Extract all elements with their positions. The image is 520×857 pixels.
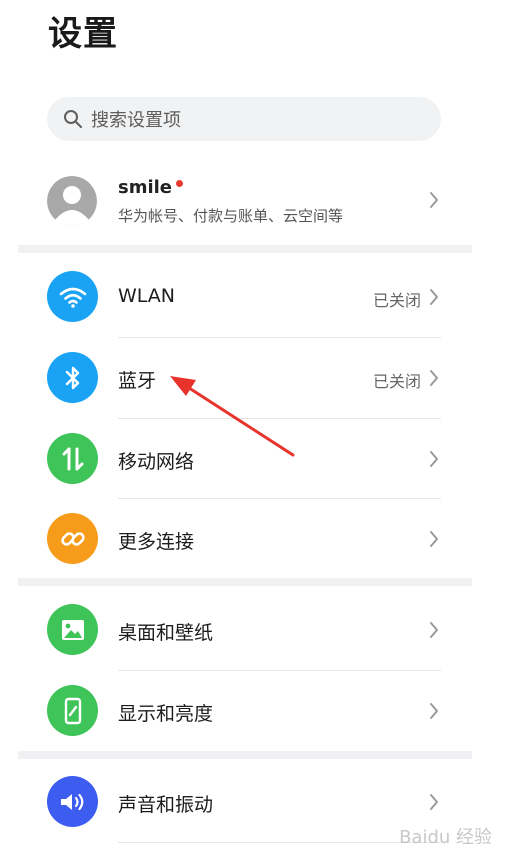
section-divider <box>18 751 472 759</box>
wifi-icon <box>47 271 98 322</box>
settings-item-label: 蓝牙 <box>118 370 157 392</box>
settings-item-mobile-network[interactable]: 移动网络 <box>47 419 441 499</box>
settings-item-wlan[interactable]: WLAN 已关闭 <box>47 257 441 337</box>
section-divider <box>18 578 472 586</box>
chevron-right-icon <box>427 369 441 387</box>
search-bar[interactable]: 搜索设置项 <box>47 97 441 141</box>
status-text: 已关闭 <box>372 372 421 391</box>
settings-item-label: 桌面和壁纸 <box>118 622 214 644</box>
row-divider <box>118 842 441 843</box>
bluetooth-icon <box>47 352 98 403</box>
page-title: 设置 <box>48 14 118 54</box>
settings-item-label: 显示和亮度 <box>118 703 214 725</box>
account-name: smile <box>118 177 184 198</box>
search-input[interactable]: 搜索设置项 <box>91 106 181 132</box>
mobile-data-icon <box>47 433 98 484</box>
chevron-right-icon <box>427 793 441 811</box>
chevron-right-icon <box>427 621 441 639</box>
settings-item-bluetooth[interactable]: 蓝牙 已关闭 <box>47 338 441 418</box>
settings-item-display[interactable]: 显示和亮度 <box>47 671 441 751</box>
link-icon <box>47 513 98 564</box>
settings-item-label: 声音和振动 <box>118 794 214 816</box>
chevron-right-icon <box>427 450 441 468</box>
settings-item-label: 更多连接 <box>118 531 195 553</box>
avatar <box>47 176 97 226</box>
phone-brightness-icon <box>47 685 98 736</box>
settings-item-more-connections[interactable]: 更多连接 <box>47 499 441 579</box>
settings-item-wallpaper[interactable]: 桌面和壁纸 <box>47 590 441 670</box>
section-divider <box>18 245 472 253</box>
search-icon <box>63 109 83 129</box>
picture-icon <box>47 604 98 655</box>
settings-item-sound[interactable]: 声音和振动 <box>47 762 441 842</box>
settings-item-label: 移动网络 <box>118 451 195 473</box>
watermark: Baidu 经验 <box>399 827 492 848</box>
status-text: 已关闭 <box>372 291 421 310</box>
chevron-right-icon <box>427 702 441 720</box>
chevron-right-icon <box>427 288 441 306</box>
account-row[interactable]: smile 华为帐号、付款与账单、云空间等 <box>47 173 441 229</box>
chevron-right-icon <box>427 191 441 209</box>
notification-dot <box>176 180 184 187</box>
speaker-icon <box>47 776 98 827</box>
chevron-right-icon <box>427 530 441 548</box>
account-subtitle: 华为帐号、付款与账单、云空间等 <box>118 207 344 225</box>
settings-item-label: WLAN <box>118 285 176 307</box>
account-name-text: smile <box>118 177 173 198</box>
